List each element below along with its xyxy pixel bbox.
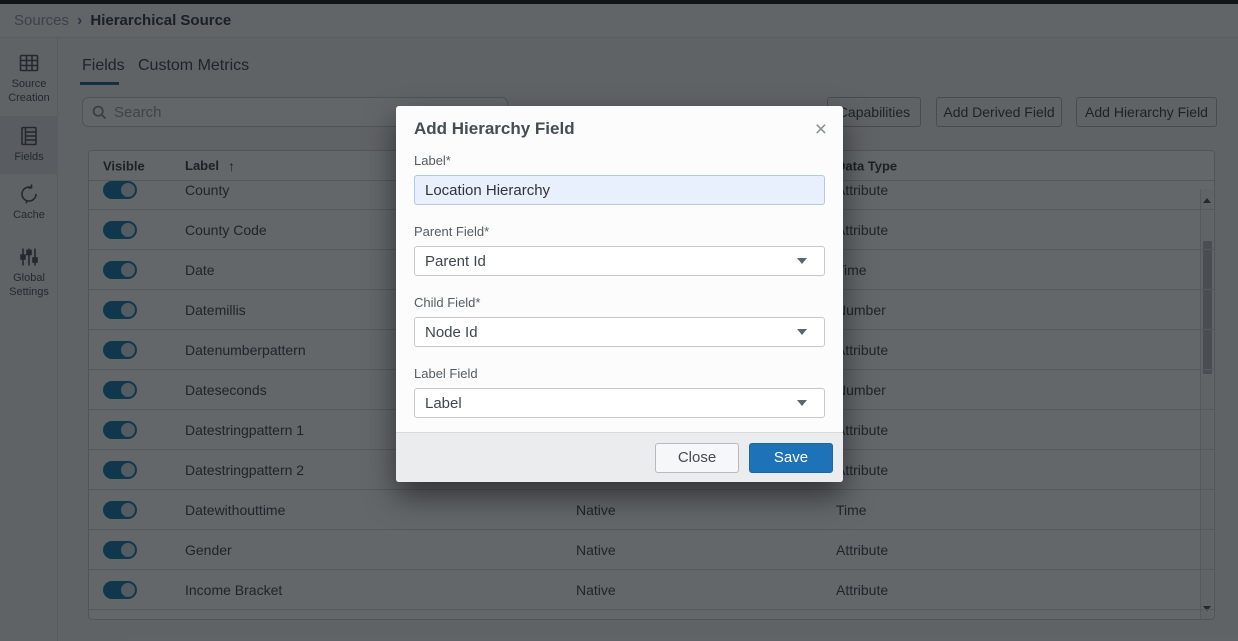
child-field-group: Child Field* Node Id <box>414 295 825 347</box>
close-button[interactable]: Close <box>655 443 739 473</box>
selected-value: Node Id <box>425 324 478 341</box>
label-field-label: Label* <box>414 153 825 168</box>
label-field-select-group: Label Field Label <box>414 366 825 418</box>
selected-value: Label <box>425 395 462 412</box>
add-hierarchy-field-modal: Add Hierarchy Field × Label* Parent Fiel… <box>396 106 843 482</box>
save-button[interactable]: Save <box>749 443 833 473</box>
modal-title: Add Hierarchy Field <box>414 119 575 139</box>
label-field-group: Label* <box>414 153 825 205</box>
parent-field-label: Parent Field* <box>414 224 825 239</box>
selected-value: Parent Id <box>425 253 486 270</box>
label-input[interactable] <box>414 175 825 205</box>
modal-body: Label* Parent Field* Parent Id Child Fie… <box>396 140 843 432</box>
chevron-down-icon <box>797 258 807 264</box>
modal-header: Add Hierarchy Field × <box>396 106 843 140</box>
label-field-select-label: Label Field <box>414 366 825 381</box>
child-field-select[interactable]: Node Id <box>414 317 825 347</box>
chevron-down-icon <box>797 329 807 335</box>
child-field-label: Child Field* <box>414 295 825 310</box>
chevron-down-icon <box>797 400 807 406</box>
close-icon[interactable]: × <box>815 119 827 140</box>
label-field-select[interactable]: Label <box>414 388 825 418</box>
modal-footer: Close Save <box>396 432 843 482</box>
parent-field-select[interactable]: Parent Id <box>414 246 825 276</box>
parent-field-group: Parent Field* Parent Id <box>414 224 825 276</box>
